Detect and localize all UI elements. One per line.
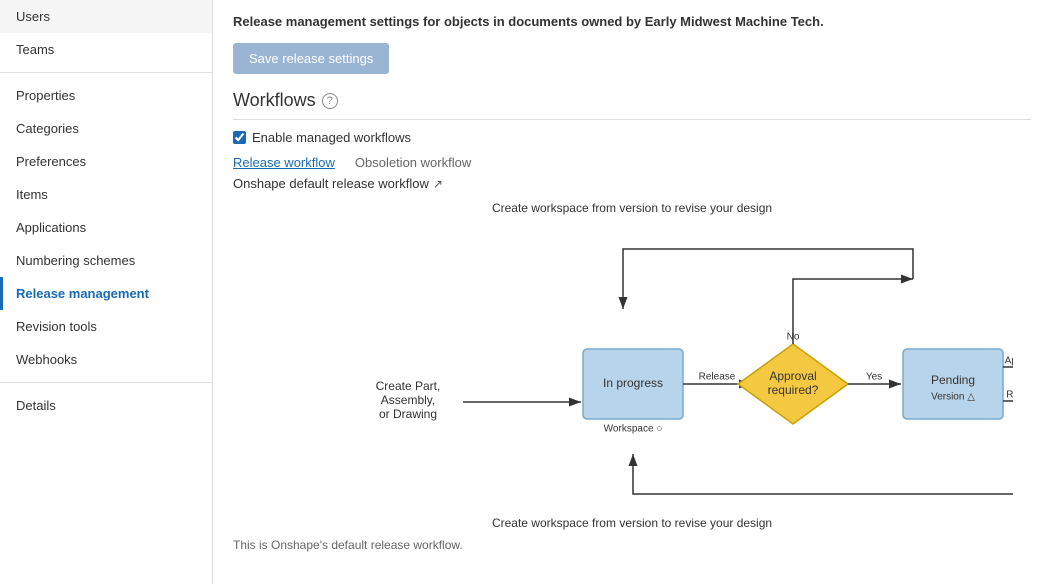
enable-workflows-row: Enable managed workflows — [233, 130, 1031, 145]
page-description: Release management settings for objects … — [233, 14, 1031, 29]
no-path — [793, 279, 913, 344]
bottom-arc-line — [633, 454, 1013, 494]
section-title: Workflows ? — [233, 90, 1031, 120]
create-drawing-text: or Drawing — [379, 407, 437, 421]
sidebar-item-details[interactable]: Details — [0, 389, 212, 422]
external-link-icon[interactable]: ↗︎ — [433, 177, 443, 191]
sidebar-divider-1 — [0, 72, 212, 73]
in-progress-label: In progress — [603, 376, 663, 390]
sidebar-item-properties[interactable]: Properties — [0, 79, 212, 112]
diagram-top-label: Create workspace from version to revise … — [233, 201, 1031, 215]
workflow-diagram: Create Part, Assembly, or Drawing In pro… — [233, 219, 1031, 512]
sidebar-divider-2 — [0, 382, 212, 383]
sidebar-item-revision-tools[interactable]: Revision tools — [0, 310, 212, 343]
sidebar-item-release-management[interactable]: Release management — [0, 277, 212, 310]
diagram-footer: This is Onshape's default release workfl… — [233, 538, 1031, 552]
release-label: Release — [699, 372, 736, 383]
sidebar-item-webhooks[interactable]: Webhooks — [0, 343, 212, 376]
approval-label1: Approval — [769, 369, 816, 383]
workflow-link-row: Onshape default release workflow ↗︎ — [233, 176, 1031, 191]
create-part-text: Create Part, — [376, 379, 441, 393]
sidebar-item-applications[interactable]: Applications — [0, 211, 212, 244]
version-pending-label: Version △ — [931, 392, 975, 403]
sidebar-item-preferences[interactable]: Preferences — [0, 145, 212, 178]
sidebar: Users Teams Properties Categories Prefer… — [0, 0, 213, 584]
tab-release-workflow[interactable]: Release workflow — [233, 155, 335, 170]
sidebar-item-categories[interactable]: Categories — [0, 112, 212, 145]
diagram-bottom-label: Create workspace from version to revise … — [233, 516, 1031, 530]
enable-workflows-label: Enable managed workflows — [252, 130, 411, 145]
workflow-svg: Create Part, Assembly, or Drawing In pro… — [233, 219, 1013, 509]
enable-workflows-checkbox[interactable] — [233, 131, 246, 144]
sidebar-item-numbering-schemes[interactable]: Numbering schemes — [0, 244, 212, 277]
workflow-tabs: Release workflow Obsoletion workflow — [233, 155, 1031, 170]
yes-label: Yes — [866, 372, 882, 383]
approval-label2: required? — [768, 383, 819, 397]
sidebar-item-teams[interactable]: Teams — [0, 33, 212, 66]
save-release-settings-button[interactable]: Save release settings — [233, 43, 389, 74]
main-content: Release management settings for objects … — [213, 0, 1051, 584]
create-assembly-text: Assembly, — [381, 393, 435, 407]
rejected-label: Rejected — [1006, 390, 1013, 401]
help-icon[interactable]: ? — [322, 93, 338, 109]
sidebar-item-items[interactable]: Items — [0, 178, 212, 211]
tab-obsoletion-workflow[interactable]: Obsoletion workflow — [355, 155, 471, 170]
approved-label: Approved — [1005, 356, 1013, 367]
pending-label: Pending — [931, 373, 975, 387]
sidebar-item-users[interactable]: Users — [0, 0, 212, 33]
workspace-label: Workspace ○ — [604, 424, 663, 435]
